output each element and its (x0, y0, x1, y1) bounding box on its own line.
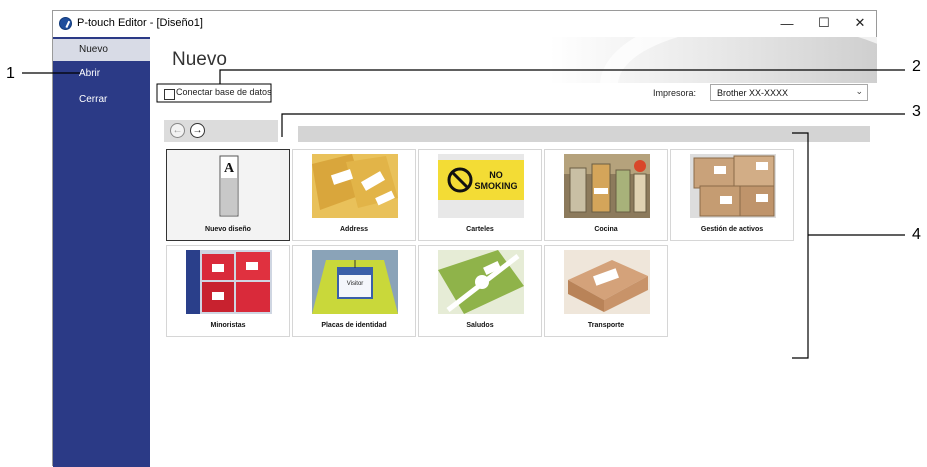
callout-line-3 (281, 113, 905, 137)
callout-bracket-4 (792, 132, 809, 359)
callout-box-2 (156, 83, 272, 103)
annotation-overlay (22, 69, 905, 359)
callout-line-2 (219, 69, 905, 84)
